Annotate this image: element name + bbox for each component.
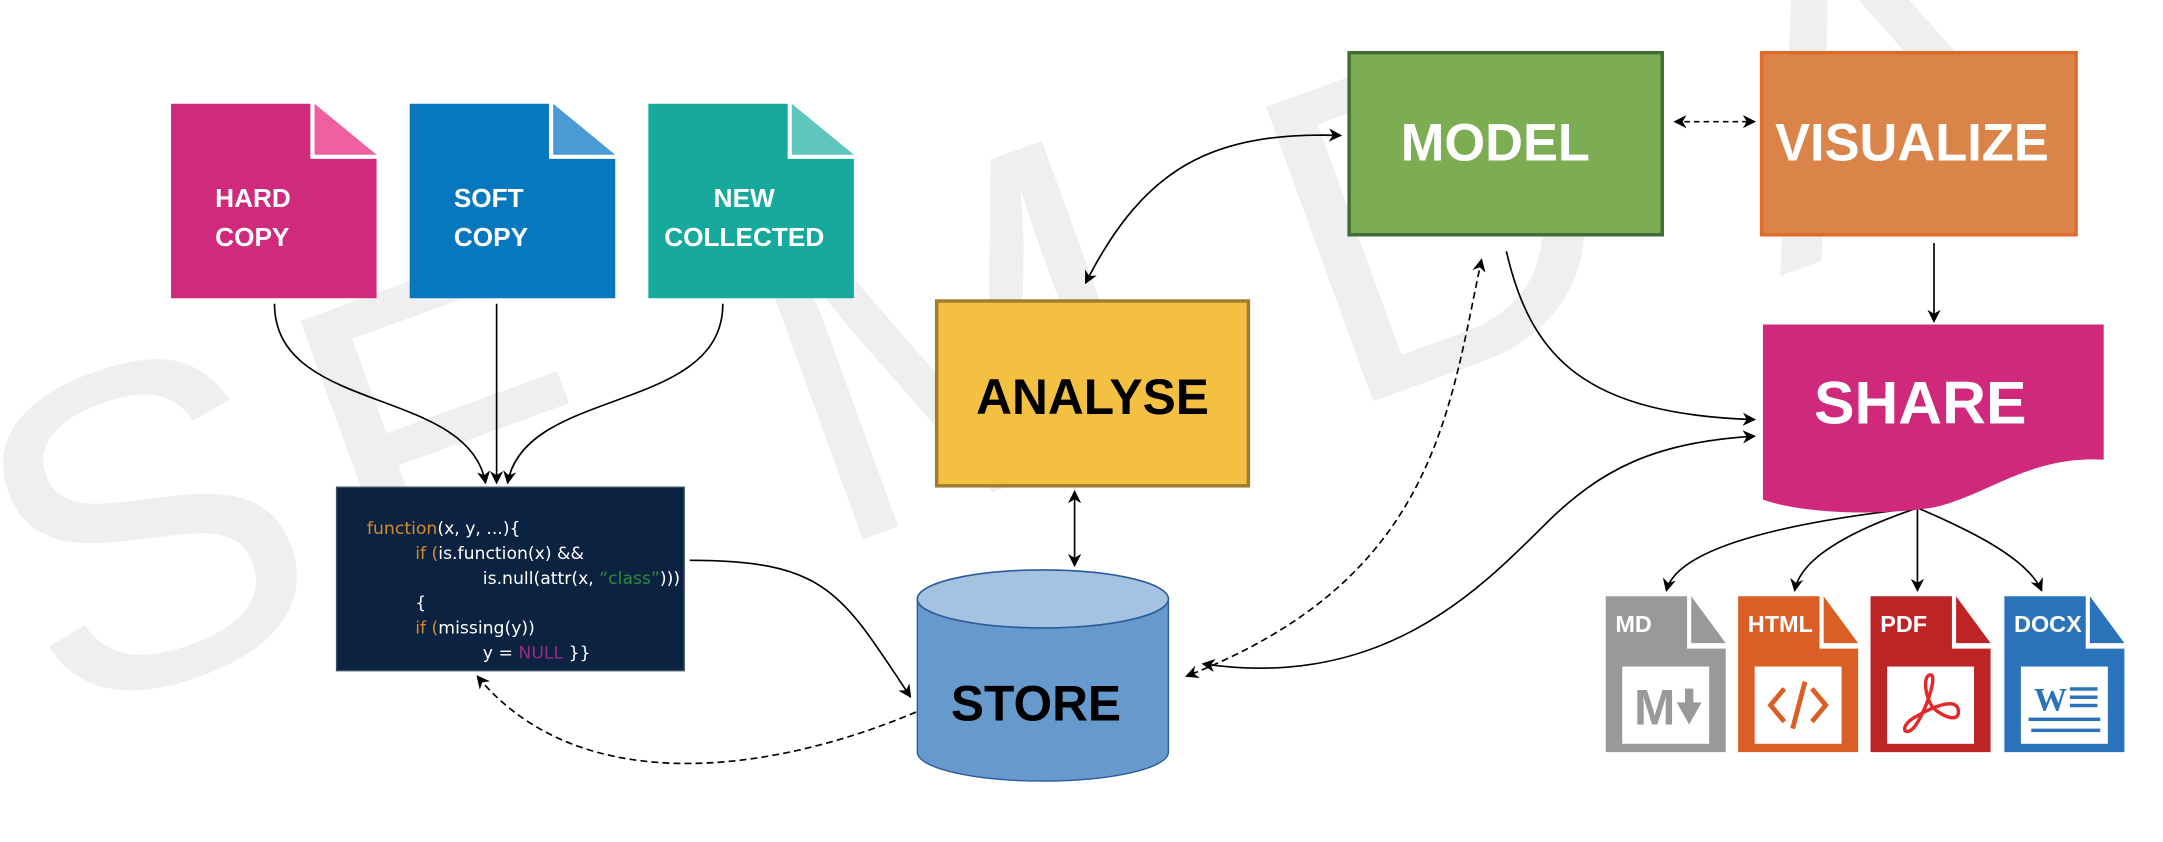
output-file-md: MD M <box>1605 596 1726 753</box>
output-file-pdf: PDF <box>1870 596 1991 753</box>
svg-text:if (missing(y)): if (missing(y)) <box>415 618 535 638</box>
svg-text:if (is.function(x) &&: if (is.function(x) && <box>415 544 584 564</box>
svg-text:is.null(attr(x, “class”))): is.null(attr(x, “class”))) <box>483 569 680 589</box>
model-label: MODEL <box>1401 114 1590 172</box>
arrow-share-to-docx <box>1917 507 2043 592</box>
output-label: MD <box>1615 611 1651 637</box>
output-label: DOCX <box>2014 611 2082 637</box>
share-label: SHARE <box>1814 369 2026 437</box>
source-document-copy-1: SOFT COPY <box>409 103 616 299</box>
visualize-box: VISUALIZE <box>1759 50 2078 237</box>
svg-text:M: M <box>1634 679 1675 735</box>
svg-text:y = NULL }}: y = NULL }} <box>483 643 591 663</box>
store-cylinder: STORE <box>916 569 1170 782</box>
arrow-store-to-code <box>476 675 917 765</box>
store-label: STORE <box>951 675 1121 731</box>
model-box: MODEL <box>1347 50 1664 237</box>
source-label-line2: COLLECTED <box>664 222 824 252</box>
source-document-collected-2: NEW COLLECTED <box>648 103 854 299</box>
visualize-label: VISUALIZE <box>1775 114 2049 172</box>
source-label-line2: COPY <box>215 222 290 252</box>
arrow-share-to-html <box>1790 507 1918 592</box>
workflow-diagram: S E M D A HARDCOPYSOFTCOPYNEWCOLLECTED f… <box>0 0 2125 816</box>
svg-text:W: W <box>2034 683 2067 719</box>
source-document-copy-0: HARD COPY <box>171 103 377 299</box>
output-file-docx: DOCX W <box>2004 596 2125 753</box>
source-label-line2: COPY <box>454 222 529 252</box>
analyse-label: ANALYSE <box>976 369 1209 425</box>
share-shape: SHARE <box>1762 324 2104 513</box>
analyse-box: ANALYSE <box>934 299 1251 488</box>
source-label-line1: SOFT <box>454 183 524 213</box>
svg-text:{: { <box>415 594 426 614</box>
output-label: PDF <box>1880 611 1927 637</box>
output-file-html: HTML <box>1738 596 1859 753</box>
output-label: HTML <box>1748 611 1813 637</box>
code-block: function(x, y, ...){ if (is.function(x) … <box>335 486 685 672</box>
arrow-share-to-md <box>1662 507 1918 592</box>
svg-text:function(x, y, ...){: function(x, y, ...){ <box>367 519 521 539</box>
source-label-line1: HARD <box>215 183 291 213</box>
source-label-line1: NEW <box>714 183 775 213</box>
